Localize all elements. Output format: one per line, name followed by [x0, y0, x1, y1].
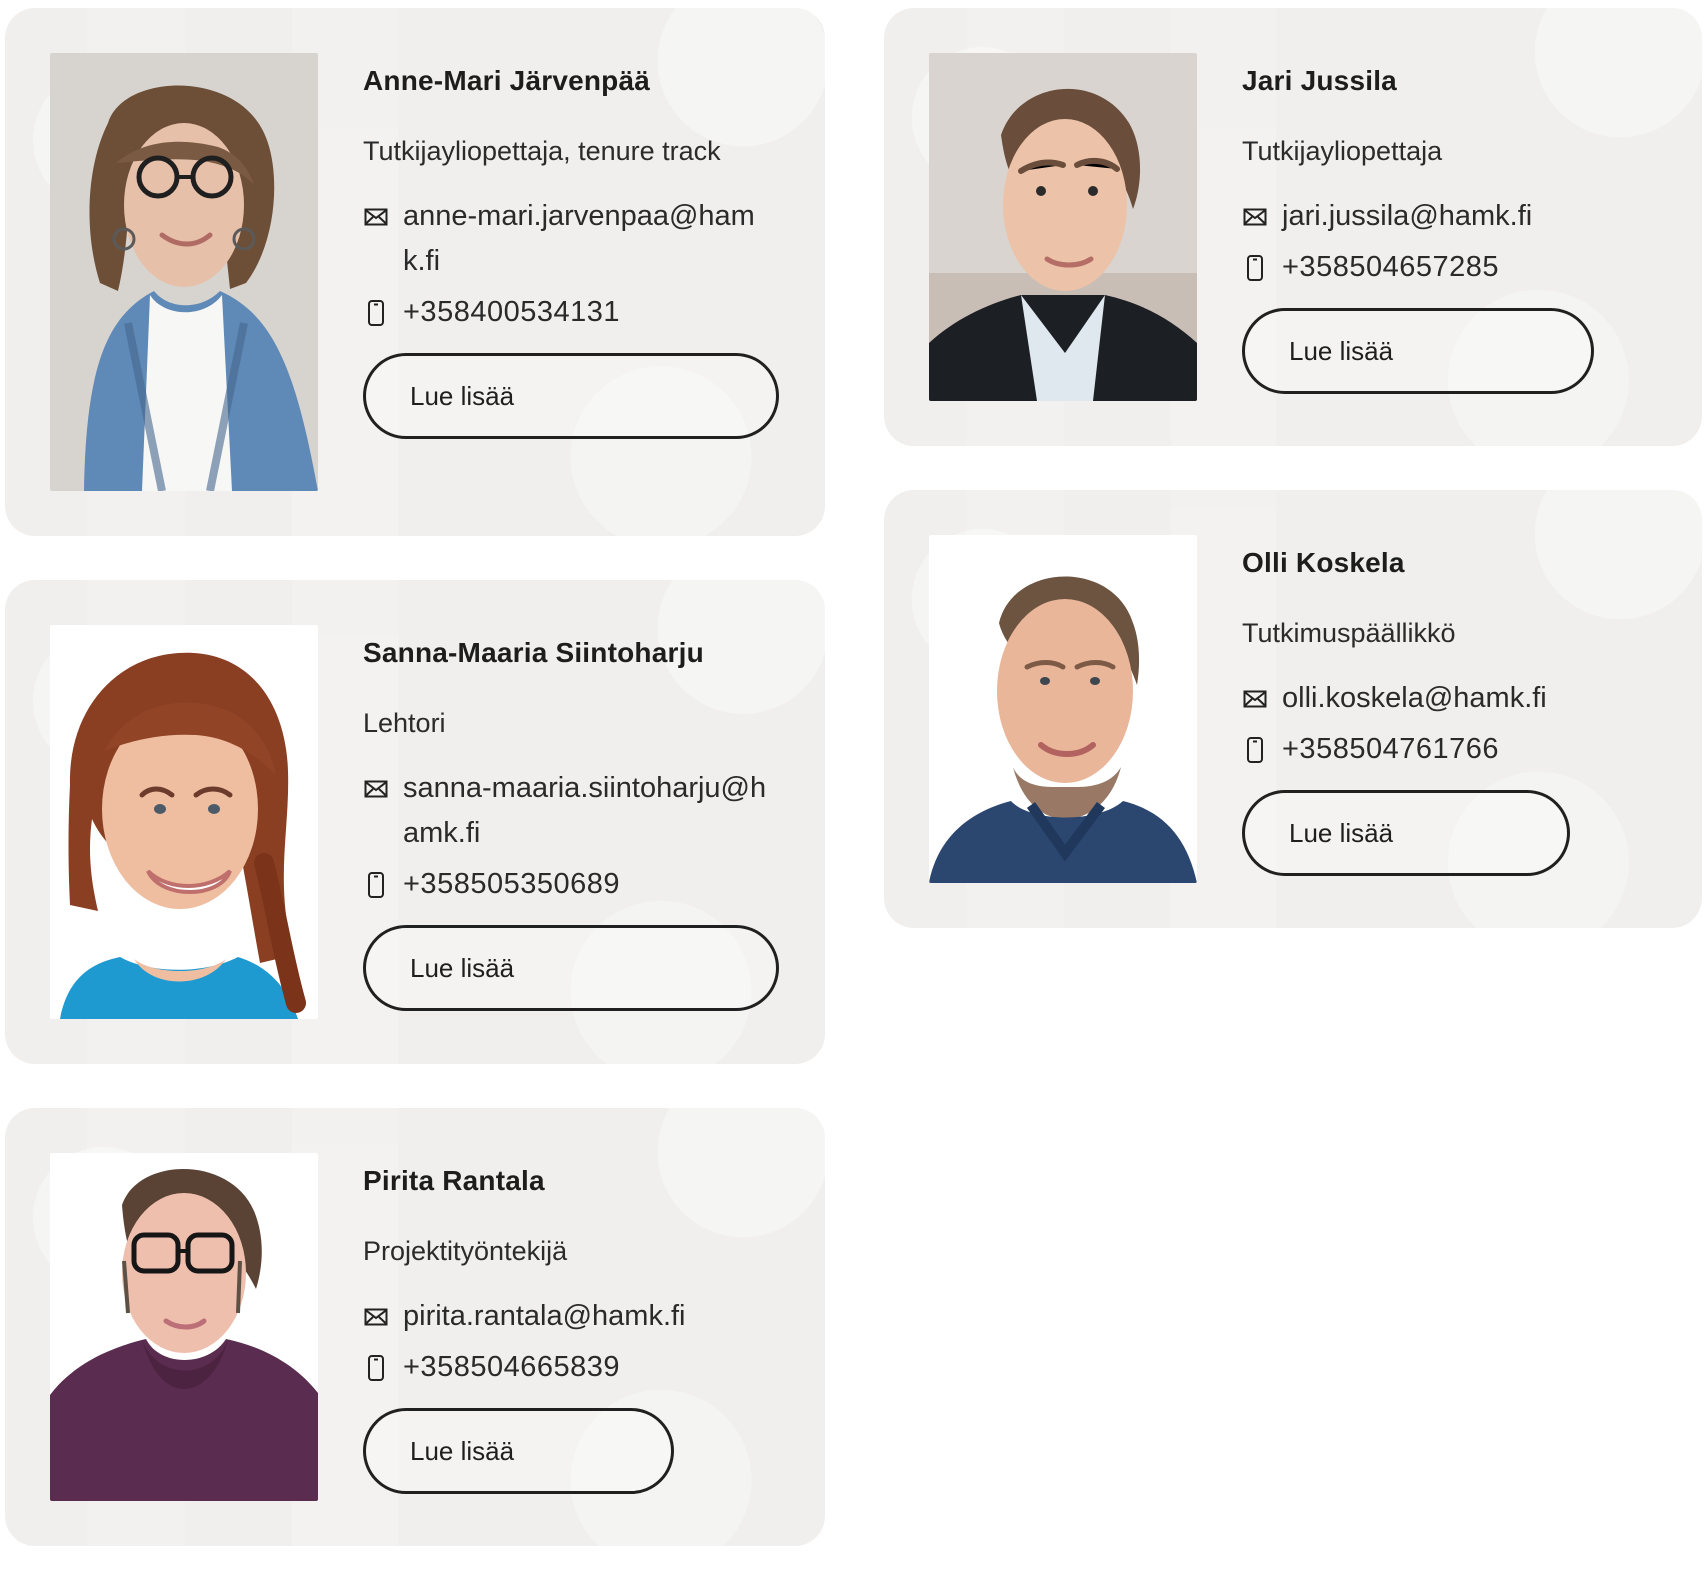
email-link[interactable]: anne-mari.jarvenpaa@hamk.fi: [403, 194, 773, 284]
phone-link[interactable]: +358504665839: [403, 1345, 620, 1390]
email-row: olli.koskela@hamk.fi: [1242, 676, 1652, 721]
person-name: Olli Koskela: [1242, 547, 1405, 578]
phone-row: +358400534131: [363, 290, 773, 335]
phone-link[interactable]: +358400534131: [403, 290, 620, 335]
person-info: Olli Koskela Tutkimuspäällikkö olli.kosk…: [1242, 545, 1652, 876]
email-link[interactable]: jari.jussila@hamk.fi: [1282, 194, 1532, 239]
read-more-button[interactable]: Lue lisää: [363, 925, 779, 1011]
email-row: anne-mari.jarvenpaa@hamk.fi: [363, 194, 773, 284]
envelope-icon: [363, 204, 389, 230]
mobile-phone-icon: [363, 872, 389, 898]
portrait-photo: [50, 1153, 318, 1501]
email-link[interactable]: sanna-maaria.siintoharju@hamk.fi: [403, 766, 773, 856]
person-card-pirita: Pirita Rantala Projektityöntekijä pirita…: [5, 1108, 825, 1546]
portrait-photo: [50, 53, 318, 491]
portrait-image: [50, 1153, 318, 1501]
envelope-icon: [363, 776, 389, 802]
person-title: Tutkimuspäällikkö: [1242, 618, 1456, 648]
portrait-image: [929, 53, 1197, 401]
person-info: Pirita Rantala Projektityöntekijä pirita…: [363, 1163, 773, 1494]
phone-link[interactable]: +358505350689: [403, 862, 620, 907]
person-card-anne-mari: Anne-Mari Järvenpää Tutkijayliopettaja, …: [5, 8, 825, 536]
phone-row: +358504761766: [1242, 727, 1652, 772]
portrait-image: [929, 535, 1197, 883]
person-title: Lehtori: [363, 708, 446, 738]
email-row: sanna-maaria.siintoharju@hamk.fi: [363, 766, 773, 856]
person-name: Sanna-Maaria Siintoharju: [363, 637, 704, 668]
phone-link[interactable]: +358504657285: [1282, 245, 1499, 290]
person-info: Anne-Mari Järvenpää Tutkijayliopettaja, …: [363, 63, 779, 439]
mobile-phone-icon: [1242, 255, 1268, 281]
phone-link[interactable]: +358504761766: [1282, 727, 1499, 772]
read-more-button[interactable]: Lue lisää: [363, 1408, 674, 1494]
phone-row: +358504665839: [363, 1345, 773, 1390]
read-more-button[interactable]: Lue lisää: [1242, 308, 1594, 394]
mobile-phone-icon: [363, 300, 389, 326]
envelope-icon: [1242, 686, 1268, 712]
email-link[interactable]: pirita.rantala@hamk.fi: [403, 1294, 686, 1339]
portrait-photo: [929, 53, 1197, 401]
email-link[interactable]: olli.koskela@hamk.fi: [1282, 676, 1547, 721]
portrait-image: [50, 625, 318, 1019]
person-title: Tutkijayliopettaja: [1242, 136, 1443, 166]
portrait-photo: [929, 535, 1197, 883]
read-more-button[interactable]: Lue lisää: [1242, 790, 1570, 876]
portrait-photo: [50, 625, 318, 1019]
phone-row: +358505350689: [363, 862, 773, 907]
email-row: jari.jussila@hamk.fi: [1242, 194, 1652, 239]
person-card-sanna-maaria: Sanna-Maaria Siintoharju Lehtori sanna-m…: [5, 580, 825, 1064]
mobile-phone-icon: [363, 1355, 389, 1381]
envelope-icon: [363, 1304, 389, 1330]
person-name: Anne-Mari Järvenpää: [363, 65, 651, 96]
person-title: Projektityöntekijä: [363, 1236, 568, 1266]
person-card-jari: Jari Jussila Tutkijayliopettaja jari.jus…: [884, 8, 1702, 446]
person-info: Sanna-Maaria Siintoharju Lehtori sanna-m…: [363, 635, 779, 1011]
person-info: Jari Jussila Tutkijayliopettaja jari.jus…: [1242, 63, 1652, 394]
person-name: Pirita Rantala: [363, 1165, 545, 1196]
person-title: Tutkijayliopettaja, tenure track: [363, 136, 721, 166]
read-more-button[interactable]: Lue lisää: [363, 353, 779, 439]
mobile-phone-icon: [1242, 737, 1268, 763]
envelope-icon: [1242, 204, 1268, 230]
phone-row: +358504657285: [1242, 245, 1652, 290]
portrait-image: [50, 53, 318, 491]
person-card-olli: Olli Koskela Tutkimuspäällikkö olli.kosk…: [884, 490, 1702, 928]
person-name: Jari Jussila: [1242, 65, 1397, 96]
email-row: pirita.rantala@hamk.fi: [363, 1294, 773, 1339]
